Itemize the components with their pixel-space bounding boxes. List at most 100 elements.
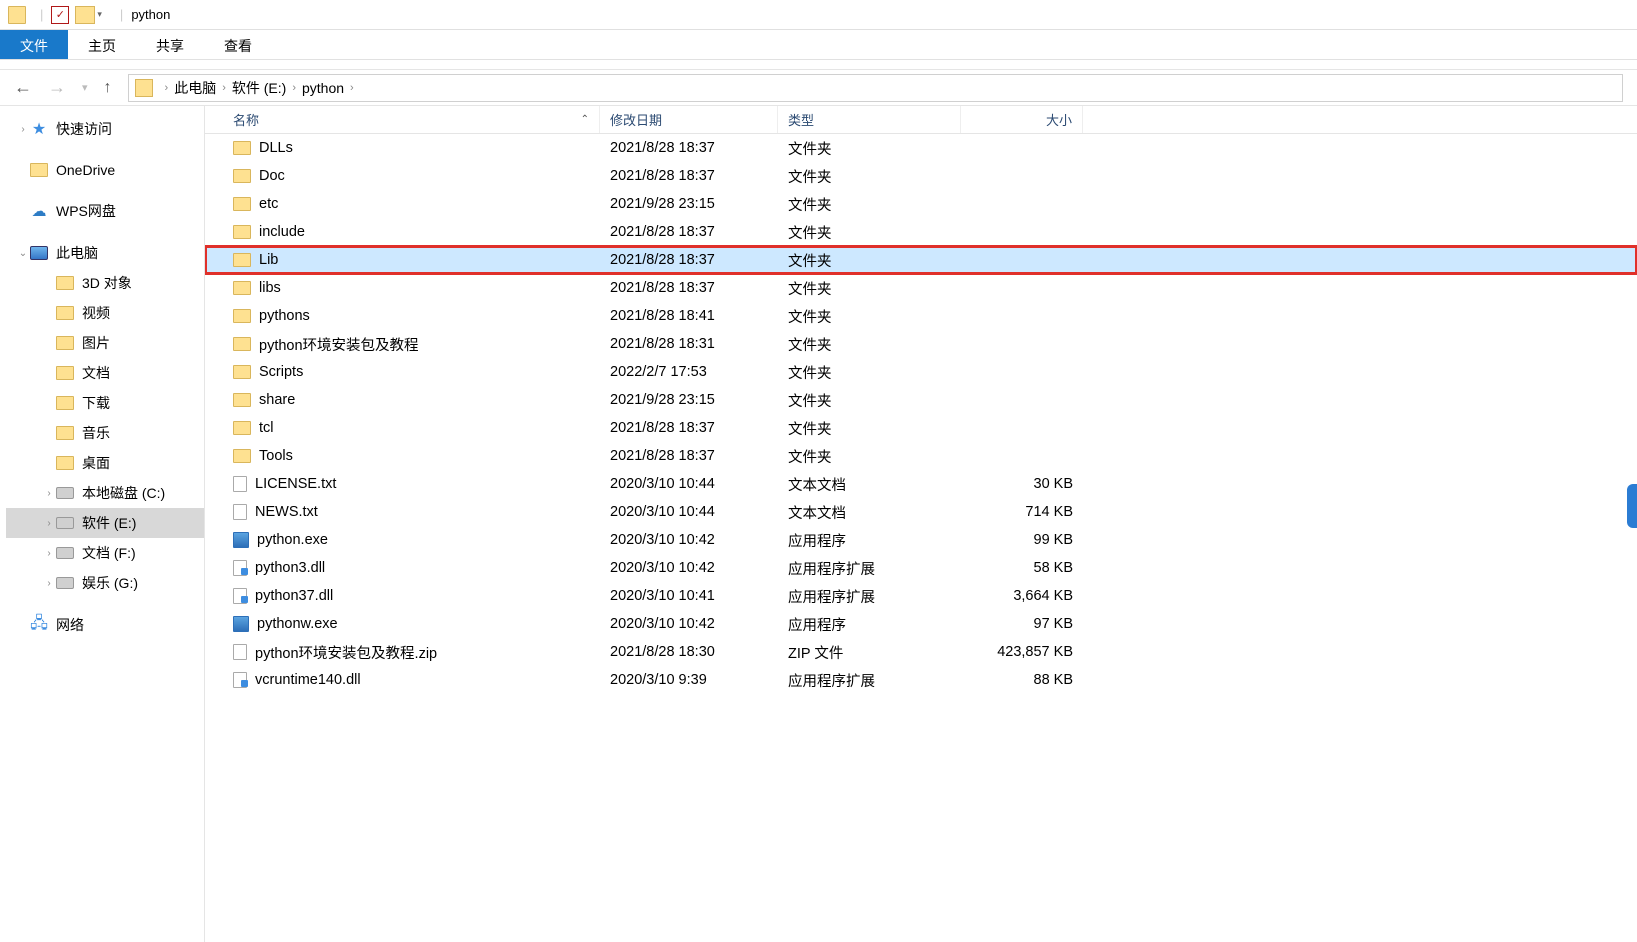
tree-item-label: 软件 (E:) <box>82 513 136 533</box>
edge-assist-tab[interactable] <box>1627 484 1637 528</box>
cell-size: 3,664 KB <box>961 588 1083 604</box>
collapse-icon[interactable]: ⌄ <box>16 248 30 259</box>
cell-date: 2022/2/7 17:53 <box>600 364 778 380</box>
cell-name: LICENSE.txt <box>205 476 600 492</box>
titlebar-separator2: | <box>120 7 123 22</box>
tree-item-label: 文档 <box>82 363 110 383</box>
column-header-name[interactable]: 名称 ⌃ <box>205 106 600 133</box>
cell-date: 2020/3/10 10:44 <box>600 504 778 520</box>
file-name: etc <box>259 196 278 212</box>
tree-subitem[interactable]: ›本地磁盘 (C:) <box>6 478 204 508</box>
chevron-right-icon[interactable]: › <box>350 82 354 94</box>
file-row[interactable]: python.exe2020/3/10 10:42应用程序99 KB <box>205 526 1637 554</box>
cell-date: 2021/8/28 18:37 <box>600 420 778 436</box>
file-row[interactable]: pythons2021/8/28 18:41文件夹 <box>205 302 1637 330</box>
file-row[interactable]: tcl2021/8/28 18:37文件夹 <box>205 414 1637 442</box>
address-bar[interactable]: › 此电脑 › 软件 (E:) › python › <box>128 74 1623 102</box>
exe-icon <box>233 616 249 632</box>
tree-subitem[interactable]: 文档 <box>6 358 204 388</box>
folder-icon <box>56 424 74 442</box>
nav-recent-dropdown-icon[interactable]: ▾ <box>82 81 88 94</box>
file-row[interactable]: python环境安装包及教程2021/8/28 18:31文件夹 <box>205 330 1637 358</box>
qat-folder-icon[interactable] <box>75 6 95 24</box>
breadcrumb[interactable]: 软件 (E:) <box>232 78 286 98</box>
tree-subitem[interactable]: 桌面 <box>6 448 204 478</box>
expand-icon[interactable]: › <box>16 124 30 135</box>
file-row[interactable]: python环境安装包及教程.zip2021/8/28 18:30ZIP 文件4… <box>205 638 1637 666</box>
tree-onedrive[interactable]: OneDrive <box>6 156 204 184</box>
chevron-right-icon[interactable]: › <box>292 82 296 94</box>
cell-name: pythonw.exe <box>205 616 600 632</box>
file-name: Tools <box>259 448 293 464</box>
qat-dropdown-icon[interactable]: ▾ <box>97 9 102 20</box>
file-row[interactable]: Lib2021/8/28 18:37文件夹 <box>205 246 1637 274</box>
chevron-right-icon[interactable]: › <box>165 82 169 94</box>
folder-icon <box>233 281 251 295</box>
file-row[interactable]: python37.dll2020/3/10 10:41应用程序扩展3,664 K… <box>205 582 1637 610</box>
file-row[interactable]: pythonw.exe2020/3/10 10:42应用程序97 KB <box>205 610 1637 638</box>
cell-type: 文本文档 <box>778 474 961 495</box>
tree-subitem[interactable]: ›文档 (F:) <box>6 538 204 568</box>
dll-icon <box>233 588 247 604</box>
file-row[interactable]: python3.dll2020/3/10 10:42应用程序扩展58 KB <box>205 554 1637 582</box>
breadcrumb[interactable]: 此电脑 <box>174 78 216 98</box>
file-row[interactable]: include2021/8/28 18:37文件夹 <box>205 218 1637 246</box>
file-row[interactable]: LICENSE.txt2020/3/10 10:44文本文档30 KB <box>205 470 1637 498</box>
tree-wps[interactable]: ☁ WPS网盘 <box>6 196 204 226</box>
ribbon-tab-file[interactable]: 文件 <box>0 30 68 59</box>
expand-icon[interactable]: › <box>42 488 56 499</box>
tree-this-pc[interactable]: ⌄ 此电脑 <box>6 238 204 268</box>
cell-type: 文件夹 <box>778 250 961 271</box>
tree-subitem[interactable]: 3D 对象 <box>6 268 204 298</box>
cell-date: 2021/8/28 18:37 <box>600 252 778 268</box>
ribbon-tab-share[interactable]: 共享 <box>136 30 204 59</box>
tree-network[interactable]: 🖧 网络 <box>6 610 204 640</box>
folder-icon <box>233 365 251 379</box>
file-row[interactable]: Doc2021/8/28 18:37文件夹 <box>205 162 1637 190</box>
column-header-date[interactable]: 修改日期 <box>600 106 778 133</box>
onedrive-icon <box>30 161 48 179</box>
drive-icon <box>56 484 74 502</box>
cell-type: 应用程序扩展 <box>778 558 961 579</box>
breadcrumb[interactable]: python <box>302 80 344 96</box>
dll-icon <box>233 560 247 576</box>
chevron-right-icon[interactable]: › <box>222 82 226 94</box>
tree-subitem[interactable]: 下载 <box>6 388 204 418</box>
file-row[interactable]: etc2021/9/28 23:15文件夹 <box>205 190 1637 218</box>
expand-icon[interactable]: › <box>42 548 56 559</box>
file-row[interactable]: DLLs2021/8/28 18:37文件夹 <box>205 134 1637 162</box>
tree-subitem[interactable]: 图片 <box>6 328 204 358</box>
cell-size: 714 KB <box>961 504 1083 520</box>
column-header-type[interactable]: 类型 <box>778 106 961 133</box>
tree-quick-access[interactable]: › ★ 快速访问 <box>6 114 204 144</box>
cell-type: 文件夹 <box>778 390 961 411</box>
nav-forward-icon[interactable]: → <box>48 77 66 98</box>
cell-date: 2021/8/28 18:37 <box>600 448 778 464</box>
tree-subitem[interactable]: ›娱乐 (G:) <box>6 568 204 598</box>
drive-icon <box>56 574 74 592</box>
address-folder-icon <box>135 79 153 97</box>
cell-type: 文件夹 <box>778 446 961 467</box>
file-name: DLLs <box>259 140 293 156</box>
file-row[interactable]: vcruntime140.dll2020/3/10 9:39应用程序扩展88 K… <box>205 666 1637 694</box>
file-row[interactable]: libs2021/8/28 18:37文件夹 <box>205 274 1637 302</box>
cell-type: 文件夹 <box>778 334 961 355</box>
tree-subitem[interactable]: › 软件 (E:) <box>6 508 204 538</box>
file-row[interactable]: NEWS.txt2020/3/10 10:44文本文档714 KB <box>205 498 1637 526</box>
ribbon-tab-view[interactable]: 查看 <box>204 30 272 59</box>
qat-properties-icon[interactable]: ✓ <box>51 6 69 24</box>
drive-icon <box>56 514 74 532</box>
tree-subitem[interactable]: 视频 <box>6 298 204 328</box>
expand-icon[interactable]: › <box>42 518 56 529</box>
column-header-size[interactable]: 大小 <box>961 106 1083 133</box>
file-row[interactable]: share2021/9/28 23:15文件夹 <box>205 386 1637 414</box>
tree-subitem[interactable]: 音乐 <box>6 418 204 448</box>
file-row[interactable]: Scripts2022/2/7 17:53文件夹 <box>205 358 1637 386</box>
folder-icon <box>233 421 251 435</box>
file-row[interactable]: Tools 2021/8/28 18:37文件夹 <box>205 442 1637 470</box>
nav-back-icon[interactable]: ← <box>14 77 32 98</box>
expand-icon[interactable]: › <box>42 578 56 589</box>
ribbon-tab-home[interactable]: 主页 <box>68 30 136 59</box>
nav-up-icon[interactable]: ↑ <box>104 79 112 97</box>
file-list[interactable]: DLLs2021/8/28 18:37文件夹Doc2021/8/28 18:37… <box>205 134 1637 942</box>
